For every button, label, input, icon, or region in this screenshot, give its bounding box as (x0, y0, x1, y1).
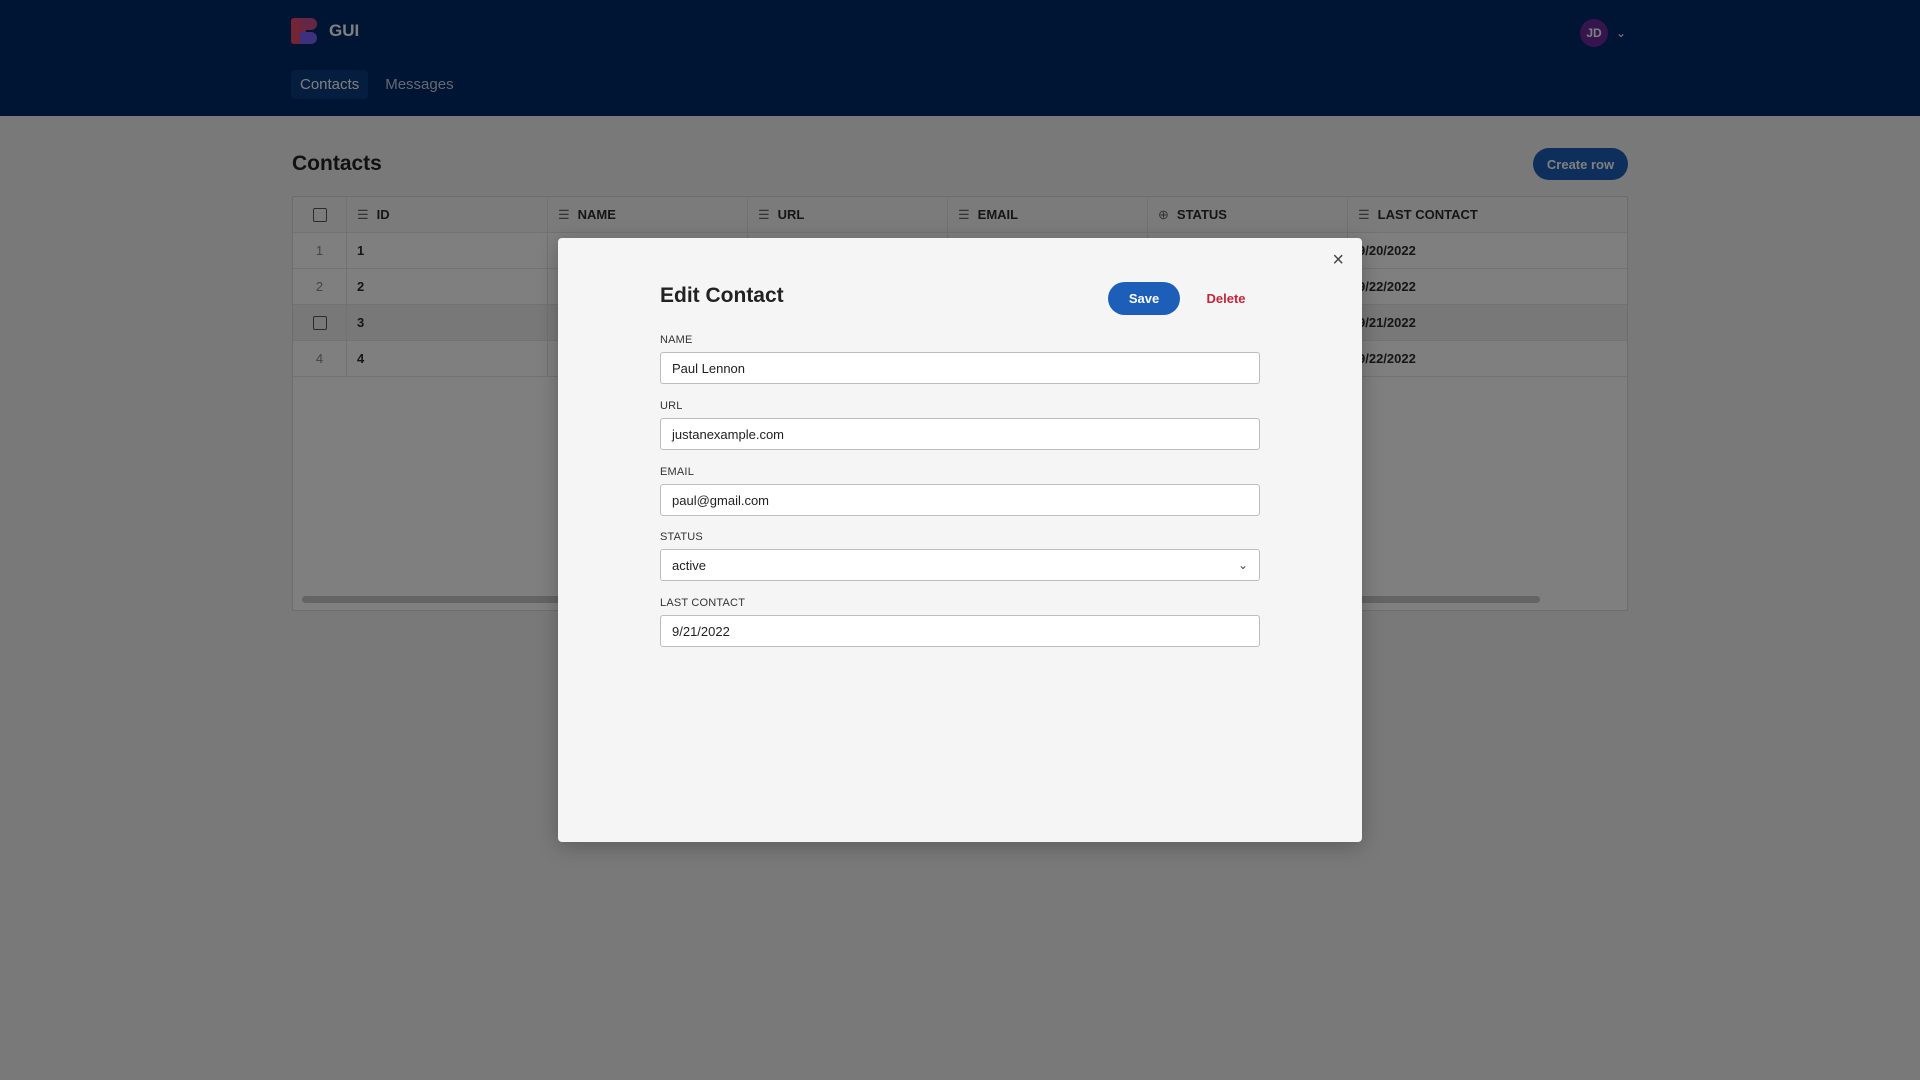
name-field: NAME Paul Lennon (660, 334, 1260, 384)
field-label: LAST CONTACT (660, 597, 746, 609)
email-input[interactable]: paul@gmail.com (660, 484, 1260, 516)
save-button[interactable]: Save (1108, 282, 1180, 315)
field-label: URL (660, 400, 683, 412)
last-contact-field: LAST CONTACT 9/21/2022 (660, 597, 1260, 647)
name-input[interactable]: Paul Lennon (660, 352, 1260, 384)
chevron-down-icon[interactable]: ⌄ (1238, 558, 1248, 572)
edit-contact-modal: × Edit Contact Save Delete NAME Paul Len… (558, 238, 1362, 842)
email-field: EMAIL paul@gmail.com (660, 466, 1260, 516)
status-select-value: active (672, 557, 706, 573)
url-field: URL justanexample.com (660, 400, 1260, 450)
url-input[interactable]: justanexample.com (660, 418, 1260, 450)
field-label: EMAIL (660, 466, 695, 478)
delete-button[interactable]: Delete (1194, 282, 1258, 315)
status-select[interactable]: active ⌄ (660, 549, 1260, 581)
status-field: STATUS active ⌄ (660, 531, 1260, 581)
field-label: NAME (660, 334, 693, 346)
modal-title: Edit Contact (660, 284, 784, 307)
close-icon[interactable]: × (1332, 250, 1344, 270)
field-label: STATUS (660, 531, 703, 543)
last-contact-input[interactable]: 9/21/2022 (660, 615, 1260, 647)
